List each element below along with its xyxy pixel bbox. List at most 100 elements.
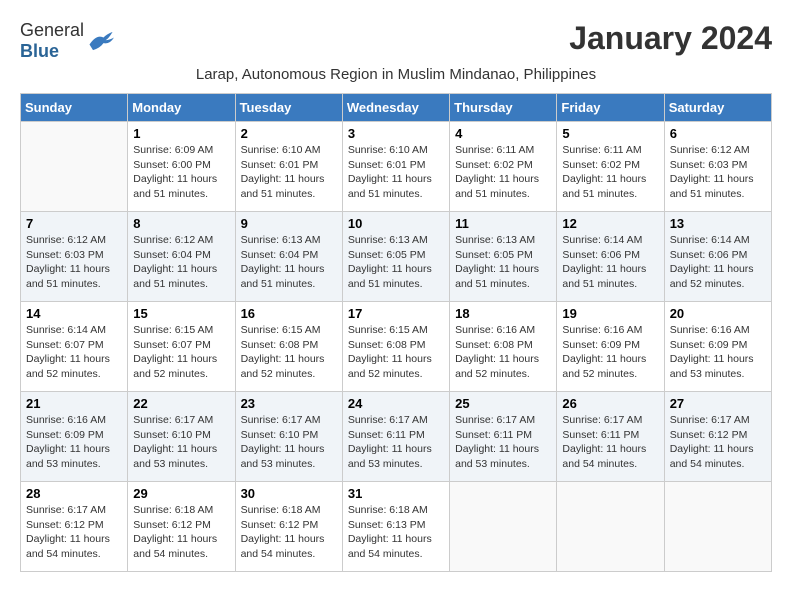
daylight-text: Daylight: 11 hours and 51 minutes. [562,263,646,290]
daylight-text: Daylight: 11 hours and 52 minutes. [241,353,325,380]
sunset-text: Sunset: 6:02 PM [562,159,640,171]
sunrise-text: Sunrise: 6:10 AM [348,144,428,156]
day-number: 27 [670,396,766,411]
sunrise-text: Sunrise: 6:17 AM [241,414,321,426]
sunset-text: Sunset: 6:10 PM [241,429,319,441]
calendar-body: 1Sunrise: 6:09 AMSunset: 6:00 PMDaylight… [21,122,772,572]
sunset-text: Sunset: 6:03 PM [670,159,748,171]
table-row: 20Sunrise: 6:16 AMSunset: 6:09 PMDayligh… [664,302,771,392]
day-info: Sunrise: 6:11 AMSunset: 6:02 PMDaylight:… [455,143,551,202]
day-info: Sunrise: 6:10 AM Sunset: 6:01 PM Daylight:… [241,143,337,202]
table-row: 28Sunrise: 6:17 AMSunset: 6:12 PMDayligh… [21,482,128,572]
sunrise-text: Sunrise: 6:10 AM [241,144,321,156]
day-number: 8 [133,216,229,231]
daylight-text: Daylight: 11 hours and 53 minutes. [455,443,539,470]
day-number: 31 [348,486,444,501]
daylight-text: Daylight: 11 hours and 52 minutes. [455,353,539,380]
sunset-text: Sunset: 6:07 PM [26,339,104,351]
sunrise-text: Sunrise: 6:13 AM [455,234,535,246]
daylight-text: Daylight: 11 hours and 53 minutes. [26,443,110,470]
day-info: Sunrise: 6:12 AMSunset: 6:04 PMDaylight:… [133,233,229,292]
day-number: 30 [241,486,337,501]
daylight-text: Daylight: 11 hours and 51 minutes. [670,173,754,200]
day-info: Sunrise: 6:17 AMSunset: 6:11 PMDaylight:… [348,413,444,472]
sunset-text: Sunset: 6:06 PM [670,249,748,261]
table-row: 22Sunrise: 6:17 AMSunset: 6:10 PMDayligh… [128,392,235,482]
day-number: 12 [562,216,658,231]
day-info: Sunrise: 6:13 AMSunset: 6:05 PMDaylight:… [348,233,444,292]
sunset-text: Sunset: 6:11 PM [348,429,425,441]
day-number: 10 [348,216,444,231]
sunset-text: Sunset: 6:03 PM [26,249,104,261]
thursday-header: Thursday [450,94,557,122]
day-number: 5 [562,126,658,141]
sunrise-text: Sunrise: 6:18 AM [133,504,213,516]
table-row: 21Sunrise: 6:16 AMSunset: 6:09 PMDayligh… [21,392,128,482]
days-of-week-row: Sunday Monday Tuesday Wednesday Thursday… [21,94,772,122]
table-row [664,482,771,572]
daylight-text: Daylight: 11 hours and 52 minutes. [133,353,217,380]
sunrise-text: Sunrise: 6:14 AM [670,234,750,246]
table-row: 15Sunrise: 6:15 AMSunset: 6:07 PMDayligh… [128,302,235,392]
sunset-text: Sunset: 6:09 PM [670,339,748,351]
daylight-text: Daylight: 11 hours and 51 minutes. [348,263,432,290]
daylight-text: Daylight: 11 hours and 51 minutes. [348,173,432,200]
sunset-text: Sunset: 6:05 PM [348,249,426,261]
daylight-text: Daylight: 11 hours and 51 minutes. [562,173,646,200]
day-number: 24 [348,396,444,411]
sunset-text: Sunset: 6:12 PM [26,519,104,531]
day-info: Sunrise: 6:13 AMSunset: 6:05 PMDaylight:… [455,233,551,292]
table-row: 14Sunrise: 6:14 AMSunset: 6:07 PMDayligh… [21,302,128,392]
sunrise-text: Sunrise: 6:17 AM [133,414,213,426]
logo: General Blue [20,20,114,62]
day-info: Sunrise: 6:17 AMSunset: 6:10 PMDaylight:… [241,413,337,472]
daylight-text: Daylight: 11 hours and 53 minutes. [133,443,217,470]
table-row: 26Sunrise: 6:17 AMSunset: 6:11 PMDayligh… [557,392,664,482]
daylight-text: Daylight: 11 hours and 54 minutes. [348,533,432,560]
sunset-text: Sunset: 6:01 PM [241,159,319,171]
day-info: Sunrise: 6:10 AMSunset: 6:01 PMDaylight:… [348,143,444,202]
table-row: 7Sunrise: 6:12 AMSunset: 6:03 PMDaylight… [21,212,128,302]
table-row [21,122,128,212]
sunrise-text: Sunrise: 6:17 AM [562,414,642,426]
sunrise-text: Sunrise: 6:15 AM [133,324,213,336]
sunrise-text: Sunrise: 6:16 AM [26,414,106,426]
sunrise-text: Sunrise: 6:17 AM [455,414,535,426]
day-number: 11 [455,216,551,231]
calendar-week-row: 1Sunrise: 6:09 AMSunset: 6:00 PMDaylight… [21,122,772,212]
calendar-week-row: 14Sunrise: 6:14 AMSunset: 6:07 PMDayligh… [21,302,772,392]
sunrise-text: Sunrise: 6:12 AM [133,234,213,246]
sunset-text: Sunset: 6:13 PM [348,519,426,531]
day-number: 21 [26,396,122,411]
day-info: Sunrise: 6:16 AMSunset: 6:08 PMDaylight:… [455,323,551,382]
day-number: 15 [133,306,229,321]
calendar-week-row: 28Sunrise: 6:17 AMSunset: 6:12 PMDayligh… [21,482,772,572]
daylight-text: Daylight: 11 hours and 51 minutes. [241,173,325,200]
table-row [450,482,557,572]
daylight-text: Daylight: 11 hours and 51 minutes. [241,263,325,290]
day-number: 29 [133,486,229,501]
table-row: 31Sunrise: 6:18 AMSunset: 6:13 PMDayligh… [342,482,449,572]
day-info: Sunrise: 6:18 AMSunset: 6:12 PMDaylight:… [133,503,229,562]
calendar-week-row: 7Sunrise: 6:12 AMSunset: 6:03 PMDaylight… [21,212,772,302]
day-info: Sunrise: 6:16 AMSunset: 6:09 PMDaylight:… [670,323,766,382]
table-row: 1Sunrise: 6:09 AMSunset: 6:00 PMDaylight… [128,122,235,212]
day-info: Sunrise: 6:13 AM Sunset: 6:04 PM Daylight:… [241,233,337,292]
table-row: 25Sunrise: 6:17 AMSunset: 6:11 PMDayligh… [450,392,557,482]
sunrise-text: Sunrise: 6:17 AM [670,414,750,426]
daylight-text: Daylight: 11 hours and 51 minutes. [455,263,539,290]
logo-text: General Blue [20,20,84,62]
sunrise-text: Sunrise: 6:09 AM [133,144,213,156]
day-info: Sunrise: 6:14 AMSunset: 6:07 PMDaylight:… [26,323,122,382]
sunset-text: Sunset: 6:04 PM [241,249,319,261]
table-row: 16Sunrise: 6:15 AMSunset: 6:08 PMDayligh… [235,302,342,392]
day-number: 17 [348,306,444,321]
sunrise-text: Sunrise: 6:13 AM [241,234,321,246]
sunrise-text: Sunrise: 6:14 AM [562,234,642,246]
day-info: Sunrise: 6:12 AMSunset: 6:03 PMDaylight:… [26,233,122,292]
logo-blue: Blue [20,41,59,61]
table-row: 18Sunrise: 6:16 AMSunset: 6:08 PMDayligh… [450,302,557,392]
day-number: 16 [241,306,337,321]
daylight-text: Daylight: 11 hours and 51 minutes. [133,173,217,200]
table-row: 2Sunrise: 6:10 AMSunset: 6:01 PMDaylight… [235,122,342,212]
